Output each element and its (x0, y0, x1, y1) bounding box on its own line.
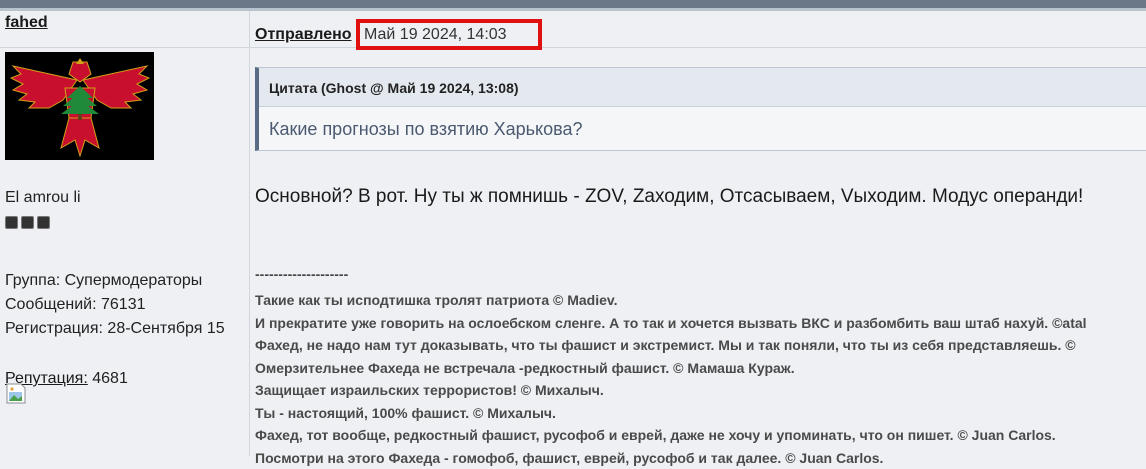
signature-line: Посмотри на этого Фахеда - гомофоб, фаши… (255, 447, 1146, 469)
post-body: Основной? В рот. Ну ты ж помнишь - ZOV, … (255, 186, 1083, 208)
username-link[interactable]: fahed (5, 14, 48, 32)
quote-author: Цитата (Ghost @ Май 19 2024, 13:08) (269, 80, 519, 96)
signature-line: Омерзительнее Фахеда не встречала -редко… (255, 357, 1146, 380)
user-group: Группа: Супермодераторы (5, 272, 202, 290)
signature-line: Такие как ты исподтишка тролят патриота … (255, 289, 1146, 312)
signature-line: И прекратите уже говорить на ослоебском … (255, 312, 1146, 335)
broken-image-icon (5, 383, 27, 405)
quote-block: Цитата (Ghost @ Май 19 2024, 13:08) Каки… (255, 67, 1146, 151)
post-permalink[interactable]: Отправлено (255, 26, 352, 44)
signature-line: Ты - настоящий, 100% фашист. © Михалыч. (255, 402, 1146, 425)
user-post-count: Сообщений: 76131 (5, 296, 146, 314)
signature: Такие как ты исподтишка тролят патриота … (255, 289, 1146, 469)
divider (0, 47, 249, 48)
signature-separator: -------------------- (255, 266, 348, 282)
quote-text: Какие прогнозы по взятию Харькова? (269, 119, 583, 140)
reputation-value: 4681 (92, 370, 128, 387)
signature-line: Фахед, тот вообще, редкостный фашист, ру… (255, 424, 1146, 447)
user-registration: Регистрация: 28-Сентября 15 (5, 320, 225, 338)
highlight-box (356, 19, 542, 50)
top-bar (0, 0, 1146, 8)
rank-indicator (5, 216, 50, 229)
rank-pip (37, 216, 50, 229)
quote-header: Цитата (Ghost @ Май 19 2024, 13:08) (259, 68, 1146, 107)
signature-line: Защищает израильских террористов! © Миха… (255, 379, 1146, 402)
avatar[interactable] (5, 52, 154, 160)
rank-pip (21, 216, 34, 229)
rank-pip (5, 216, 18, 229)
phoenix-cedar-emblem (5, 52, 154, 160)
user-title: El amrou li (5, 189, 81, 207)
signature-line: Фахед, не надо нам тут доказывать, что т… (255, 334, 1146, 357)
